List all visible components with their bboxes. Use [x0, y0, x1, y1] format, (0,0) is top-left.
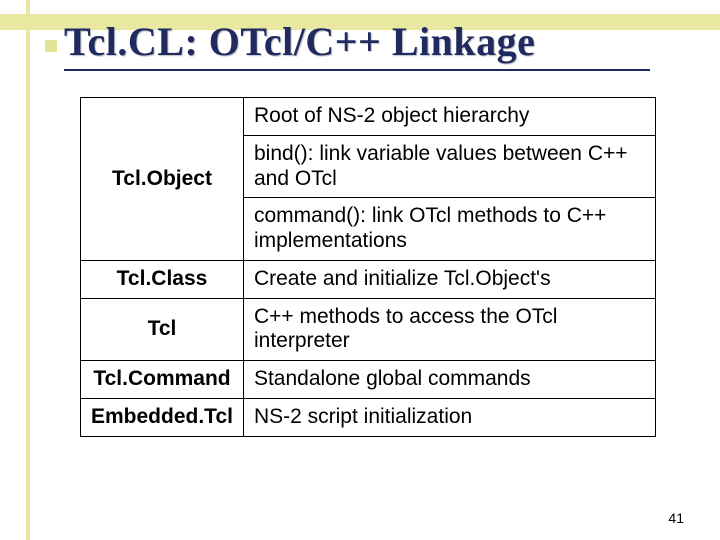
title-underline [64, 69, 650, 71]
table-row: Embedded.Tcl NS-2 script initialization [81, 398, 656, 436]
page-number: 41 [668, 510, 684, 526]
cell-label-tcl: Tcl [81, 298, 244, 361]
cell-desc-root: Root of NS-2 object hierarchy [243, 98, 655, 136]
table-row: Tcl.Object Root of NS-2 object hierarchy [81, 98, 656, 136]
linkage-table: Tcl.Object Root of NS-2 object hierarchy… [80, 97, 656, 437]
cell-desc-embeddedtcl: NS-2 script initialization [243, 398, 655, 436]
table-row: Tcl.Command Standalone global commands [81, 361, 656, 399]
cell-desc-bind: bind(): link variable values between C++… [243, 135, 655, 198]
cell-label-embeddedtcl: Embedded.Tcl [81, 398, 244, 436]
cell-desc-tclcommand: Standalone global commands [243, 361, 655, 399]
accent-square [45, 40, 57, 52]
cell-desc-tcl: C++ methods to access the OTcl interpret… [243, 298, 655, 361]
table-row: Tcl C++ methods to access the OTcl inter… [81, 298, 656, 361]
slide-title: Tcl.CL: OTcl/C++ Linkage [64, 18, 680, 65]
slide-body: Tcl.CL: OTcl/C++ Linkage Tcl.Object Root… [0, 0, 720, 437]
cell-label-tclclass: Tcl.Class [81, 260, 244, 298]
cell-label-tclcommand: Tcl.Command [81, 361, 244, 399]
cell-desc-command: command(): link OTcl methods to C++ impl… [243, 198, 655, 261]
cell-label-tclobject: Tcl.Object [81, 98, 244, 261]
table-row: Tcl.Class Create and initialize Tcl.Obje… [81, 260, 656, 298]
cell-desc-tclclass: Create and initialize Tcl.Object's [243, 260, 655, 298]
